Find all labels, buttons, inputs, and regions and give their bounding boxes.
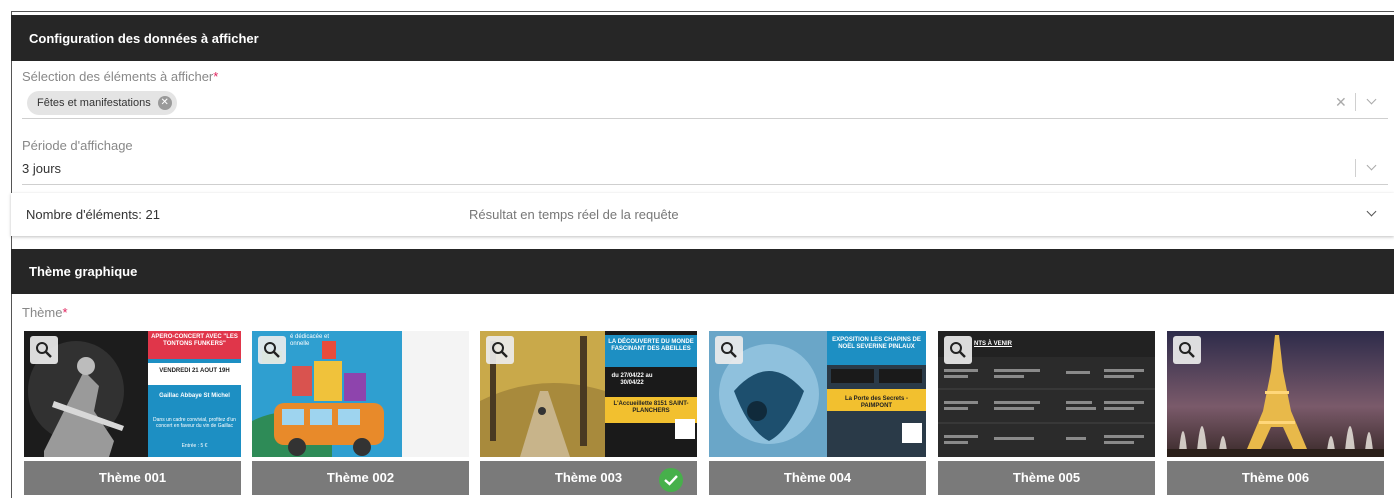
theme-preview-002: é dédicacée et onnelle [252, 331, 469, 457]
selection-underline [22, 118, 1388, 119]
theme-label-006: Thème 006 [1167, 461, 1384, 495]
theme-card-002[interactable]: é dédicacée et onnelle Thème 002 [252, 331, 469, 495]
poster-title: LA DÉCOUVERTE DU MONDE FASCINANT DES ABE… [608, 339, 694, 353]
zoom-icon[interactable] [486, 336, 514, 364]
theme-card-005[interactable]: NTS À VENIR Thème 005 [938, 331, 1155, 495]
theme-preview-005: NTS À VENIR [938, 331, 1155, 457]
zoom-icon[interactable] [1173, 336, 1201, 364]
theme-section-title: Thème graphique [29, 264, 138, 279]
theme-card-006[interactable]: Thème 006 [1167, 331, 1384, 495]
expand-chevron-icon[interactable] [1366, 206, 1377, 217]
poster-place: L'Accueillette 8151 SAINT-PLANCHERS [613, 401, 689, 415]
poster-text: é dédicacée et onnelle [290, 334, 330, 348]
periode-value[interactable]: 3 jours [22, 161, 61, 176]
theme-label: Thème* [22, 305, 68, 320]
select-divider [1355, 93, 1356, 111]
zoom-icon[interactable] [944, 336, 972, 364]
required-mark: * [62, 305, 68, 320]
poster-dates: du 27/04/22 au 30/04/22 [611, 373, 653, 387]
theme-preview-001: APERO-CONCERT AVEC "LES TONTONS FUNKERS"… [24, 331, 241, 457]
theme-label-002: Thème 002 [252, 461, 469, 495]
poster-title: NTS À VENIR [974, 341, 1013, 347]
theme-preview-003: LA DÉCOUVERTE DU MONDE FASCINANT DES ABE… [480, 331, 697, 457]
poster-place: La Porte des Secrets - PAIMPONT [844, 396, 909, 410]
results-summary[interactable]: Nombre d'éléments: 21 Résultat en temps … [11, 193, 1394, 236]
theme-preview-006 [1167, 331, 1384, 457]
zoom-icon[interactable] [258, 336, 286, 364]
zoom-icon[interactable] [30, 336, 58, 364]
theme-card-003[interactable]: LA DÉCOUVERTE DU MONDE FASCINANT DES ABE… [480, 331, 697, 495]
poster-body: Dans un cadre convivial, profitez d'un c… [153, 417, 236, 429]
results-count: Nombre d'éléments: 21 [26, 207, 160, 222]
theme-label-005: Thème 005 [938, 461, 1155, 495]
poster-place: Gaillac Abbaye St Michel [159, 393, 230, 399]
config-section-header: Configuration des données à afficher [11, 15, 1394, 61]
poster-title: APERO-CONCERT AVEC "LES TONTONS FUNKERS" [151, 334, 238, 348]
theme-label-001: Thème 001 [24, 461, 241, 495]
zoom-icon[interactable] [715, 336, 743, 364]
selection-chip[interactable]: Fêtes et manifestations ✕ [27, 91, 177, 115]
theme-card-001[interactable]: APERO-CONCERT AVEC "LES TONTONS FUNKERS"… [24, 331, 241, 495]
clear-icon[interactable]: ✕ [1335, 94, 1347, 111]
chip-remove-icon[interactable]: ✕ [157, 96, 172, 110]
results-note: Résultat en temps réel de la requête [469, 207, 679, 222]
theme-preview-004: EXPOSITION LES CHAPINS DE NOËL SEVERINE … [709, 331, 926, 457]
selected-check-icon [659, 468, 683, 492]
config-section-title: Configuration des données à afficher [29, 30, 259, 46]
poster-date: VENDREDI 21 AOUT 19H [159, 368, 230, 374]
poster-price: Entrée : 5 € [181, 443, 208, 449]
select-divider [1355, 159, 1356, 177]
periode-underline [22, 184, 1388, 185]
periode-label: Période d'affichage [22, 138, 133, 153]
required-mark: * [213, 69, 219, 84]
theme-section-header: Thème graphique [11, 249, 1394, 294]
chip-label: Fêtes et manifestations [37, 97, 151, 109]
poster-title: EXPOSITION LES CHAPINS DE NOËL SEVERINE … [832, 337, 921, 351]
selection-label: Sélection des éléments à afficher* [22, 69, 219, 84]
theme-label-004: Thème 004 [709, 461, 926, 495]
theme-card-004[interactable]: EXPOSITION LES CHAPINS DE NOËL SEVERINE … [709, 331, 926, 495]
